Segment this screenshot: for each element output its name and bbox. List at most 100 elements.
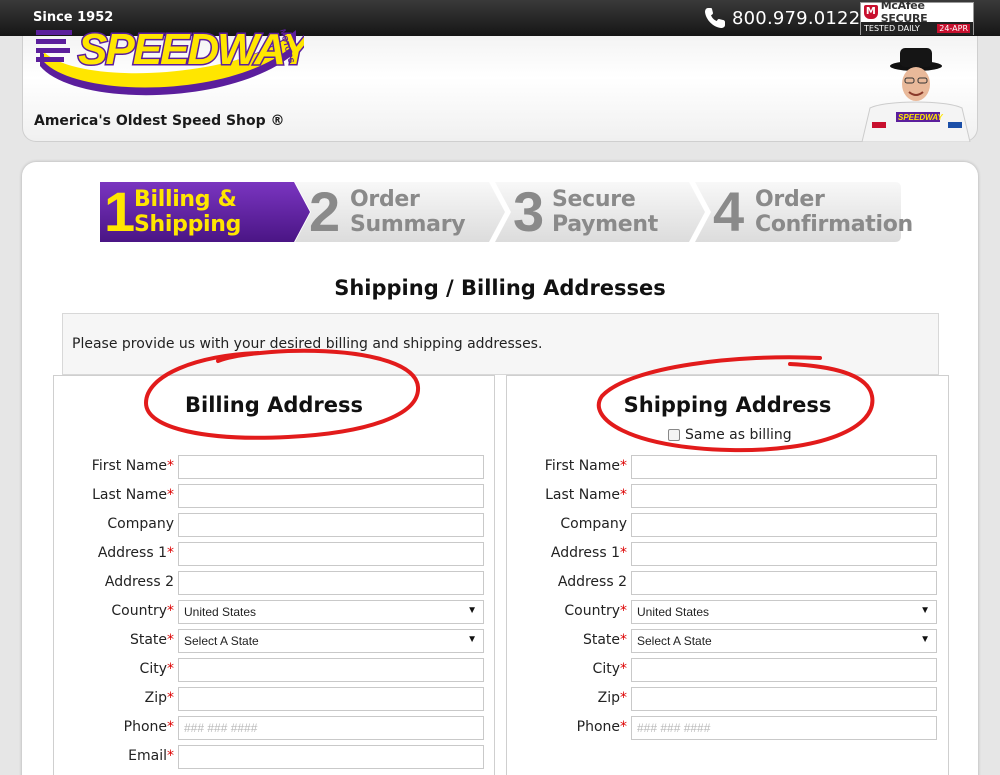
billing-state-select[interactable]: Select A State ▼ [178, 629, 484, 653]
field-label-text: Company [107, 516, 174, 532]
step-number: 1 [104, 180, 136, 243]
billing-first-name-input[interactable] [178, 455, 484, 479]
shipping-state-label: State* [507, 632, 627, 648]
billing-annotation-circle [143, 348, 421, 440]
mcafee-shield-icon: M [864, 5, 878, 19]
billing-last-name-label: Last Name* [54, 487, 174, 503]
shipping-annotation-circle [596, 355, 875, 453]
phone-icon [705, 8, 725, 28]
step-label-line2: Payment [552, 212, 658, 237]
shipping-city-input[interactable] [631, 658, 937, 682]
field-label-text: Company [560, 516, 627, 532]
step-label-line1: Billing & [134, 187, 237, 212]
field-value: United States [637, 605, 710, 619]
required-marker: * [167, 545, 174, 561]
required-marker: * [620, 719, 627, 735]
step-label-line2: Confirmation [755, 212, 913, 237]
shipping-company-label: Company [507, 516, 627, 532]
shipping-country-label: Country* [507, 603, 627, 619]
billing-country-label: Country* [54, 603, 174, 619]
shipping-address-1-input[interactable] [631, 542, 937, 566]
billing-address-1-input[interactable] [178, 542, 484, 566]
field-label-text: Last Name [545, 487, 620, 503]
billing-company-input[interactable] [178, 513, 484, 537]
billing-country-select[interactable]: United States ▼ [178, 600, 484, 624]
step-secure-payment[interactable]: 3 Secure Payment [495, 182, 705, 242]
shipping-last-name-label: Last Name* [507, 487, 627, 503]
billing-address-2-label: Address 2 [54, 574, 174, 590]
shipping-address-2-input[interactable] [631, 571, 937, 595]
required-marker: * [167, 748, 174, 764]
shipping-zip-label: Zip* [507, 690, 627, 706]
field-placeholder: ### ### #### [184, 721, 258, 735]
phone-number[interactable]: 800.979.0122 [732, 8, 860, 29]
shipping-zip-input[interactable] [631, 687, 937, 711]
field-label-text: Zip [597, 690, 620, 706]
field-label-text: First Name [91, 458, 167, 474]
step-label-line1: Order [350, 187, 420, 212]
field-label-text: City [592, 661, 620, 677]
logo-text: SPEEDWAY [78, 25, 304, 74]
field-label-text: Address 1 [97, 545, 167, 561]
svg-text:SPEEDWAY: SPEEDWAY [898, 113, 943, 122]
shipping-phone-input[interactable]: ### ### #### [631, 716, 937, 740]
shipping-address-2-label: Address 2 [507, 574, 627, 590]
required-marker: * [167, 487, 174, 503]
shipping-last-name-input[interactable] [631, 484, 937, 508]
required-marker: * [620, 690, 627, 706]
billing-last-name-input[interactable] [178, 484, 484, 508]
speedway-logo[interactable]: SPEEDWAY MOTORS [34, 12, 304, 102]
required-marker: * [620, 632, 627, 648]
step-number: 4 [713, 180, 745, 243]
billing-city-input[interactable] [178, 658, 484, 682]
step-order-confirmation[interactable]: 4 Order Confirmation [695, 180, 913, 243]
field-label-text: Zip [144, 690, 167, 706]
step-label-line2: Shipping [134, 212, 242, 237]
field-label-text: City [139, 661, 167, 677]
field-value: United States [184, 605, 257, 619]
billing-zip-input[interactable] [178, 687, 484, 711]
field-label-text: Address 2 [557, 574, 627, 590]
billing-email-label: Email* [54, 748, 174, 764]
billing-phone-input[interactable]: ### ### #### [178, 716, 484, 740]
step-label: Order Confirmation [755, 187, 913, 237]
billing-city-label: City* [54, 661, 174, 677]
step-billing-shipping[interactable]: 1 Billing & Shipping [100, 182, 310, 242]
required-marker: * [167, 690, 174, 706]
required-marker: * [167, 603, 174, 619]
shipping-country-select[interactable]: United States ▼ [631, 600, 937, 624]
dropdown-arrow-icon: ▼ [467, 634, 477, 645]
required-marker: * [620, 487, 627, 503]
billing-email-input[interactable] [178, 745, 484, 769]
billing-phone-label: Phone* [54, 719, 174, 735]
founder-photo: SPEEDWAY [861, 48, 971, 142]
dropdown-arrow-icon: ▼ [467, 605, 477, 616]
required-marker: * [167, 719, 174, 735]
field-value: Select A State [637, 634, 712, 648]
step-label: Order Summary [350, 187, 466, 237]
step-order-summary[interactable]: 2 Order Summary [295, 182, 505, 242]
field-label-text: Address 1 [550, 545, 620, 561]
required-marker: * [167, 632, 174, 648]
required-marker: * [620, 603, 627, 619]
field-label-text: First Name [544, 458, 620, 474]
shipping-company-input[interactable] [631, 513, 937, 537]
shipping-first-name-label: First Name* [507, 458, 627, 474]
shipping-state-select[interactable]: Select A State ▼ [631, 629, 937, 653]
phone-contact[interactable]: 800.979.0122 [702, 5, 860, 31]
required-marker: * [620, 458, 627, 474]
billing-company-label: Company [54, 516, 174, 532]
required-marker: * [167, 661, 174, 677]
billing-address-2-input[interactable] [178, 571, 484, 595]
field-label-text: Phone [123, 719, 167, 735]
field-label-text: Country [564, 603, 620, 619]
step-label: Secure Payment [552, 187, 658, 237]
field-label-text: Email [128, 748, 167, 764]
billing-address-1-label: Address 1* [54, 545, 174, 561]
required-marker: * [167, 458, 174, 474]
step-label-line1: Order [755, 187, 825, 212]
mcafee-date: 24-APR [937, 24, 970, 33]
mcafee-secure-badge[interactable]: M McAfee SECURE TESTED DAILY 24-APR [860, 0, 974, 35]
shipping-first-name-input[interactable] [631, 455, 937, 479]
billing-state-label: State* [54, 632, 174, 648]
